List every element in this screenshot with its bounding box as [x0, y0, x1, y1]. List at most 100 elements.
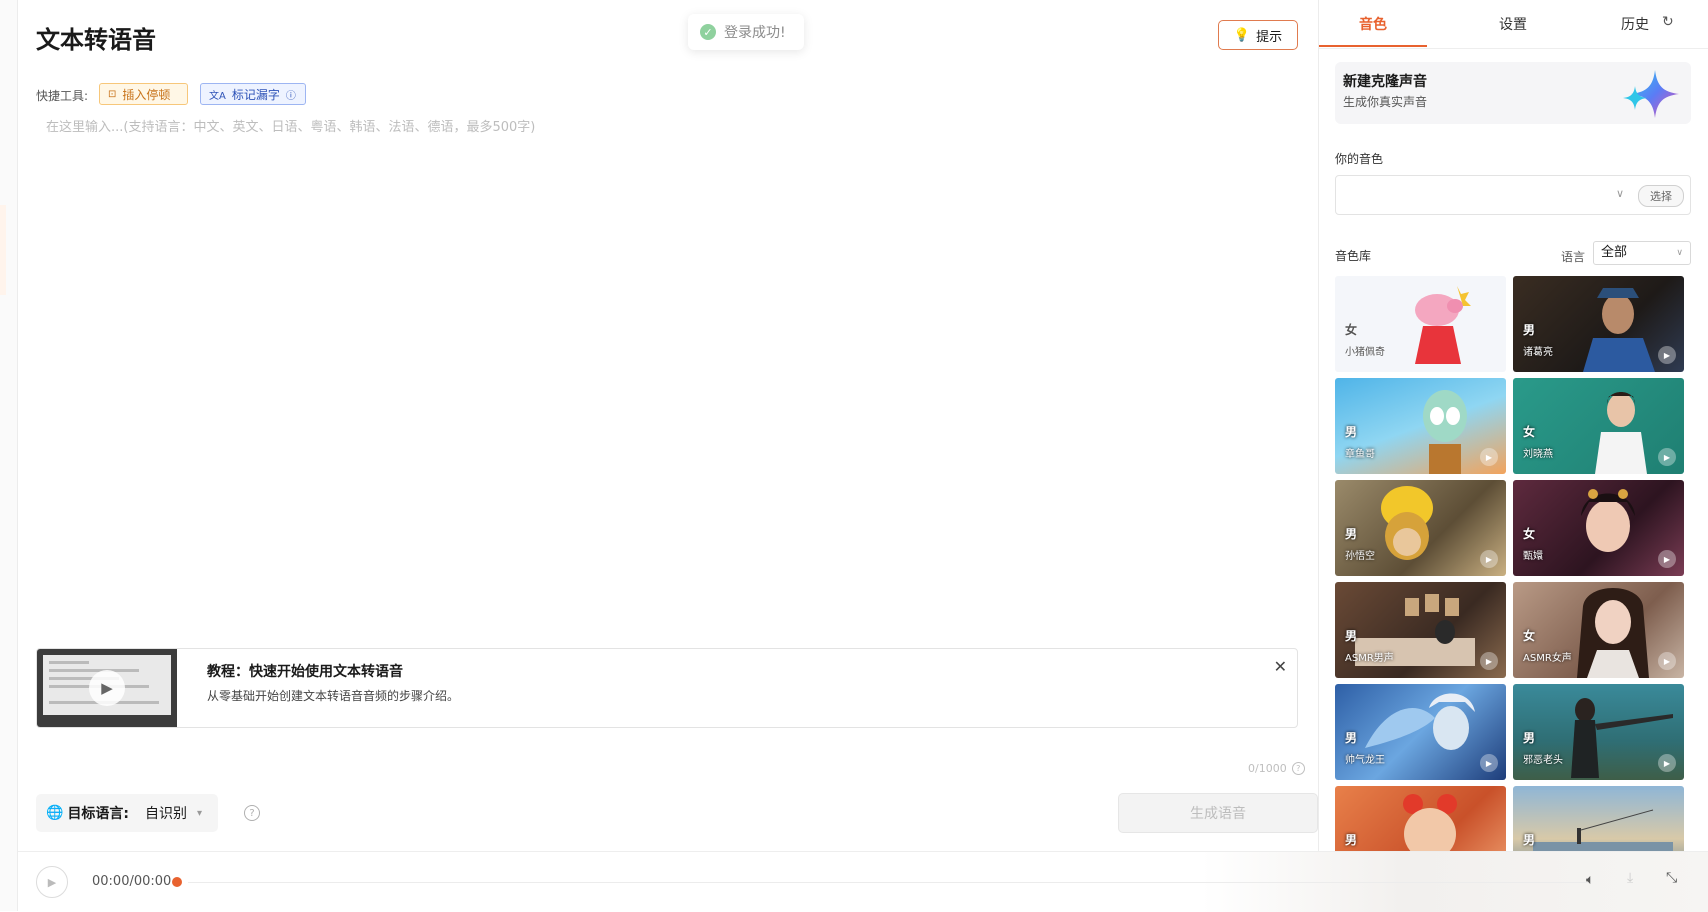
voice-name: 章鱼哥 — [1345, 449, 1375, 460]
sparkle-icon — [1623, 70, 1679, 118]
voice-gender: 男 — [1345, 425, 1358, 439]
tutorial-thumbnail[interactable]: ▶ — [37, 649, 177, 727]
voice-card[interactable]: 男 ASMR男声 ▶ — [1335, 582, 1506, 678]
generate-speech-button[interactable]: 生成语音 — [1118, 793, 1318, 833]
left-edge-strip — [0, 0, 18, 911]
playback-time: 00:00/00:00 — [92, 874, 172, 889]
char-counter: 0/1000 ? — [1248, 762, 1305, 775]
mark-missing-label: 标记漏字 — [231, 87, 280, 102]
voice-name: 小猪佩奇 — [1345, 347, 1385, 358]
voice-name: ASMR男声 — [1345, 653, 1394, 664]
collapse-icon[interactable]: ⤡ — [1666, 870, 1677, 886]
thumb-line — [49, 669, 139, 672]
presenter-illustration — [1595, 392, 1647, 474]
select-button[interactable]: 选择 — [1638, 185, 1684, 207]
clone-title: 新建克隆声音 — [1343, 74, 1427, 90]
tip-button-label: 提示 — [1256, 29, 1283, 45]
portrait-illustration — [1583, 288, 1655, 372]
tab-settings[interactable]: 设置 — [1499, 14, 1527, 34]
play-icon[interactable]: ▶ — [89, 670, 125, 706]
dragon-king-illustration — [1365, 693, 1475, 750]
tab-voice[interactable]: 音色 — [1359, 14, 1387, 34]
target-language-select[interactable]: 🌐 目标语言: 自识别 ▾ — [36, 794, 218, 832]
voice-name: 刘晓燕 — [1523, 449, 1553, 460]
play-icon[interactable]: ▶ — [1658, 652, 1676, 670]
play-icon[interactable]: ▶ — [1658, 754, 1676, 772]
voice-card[interactable]: 男 邪恶老头 ▶ — [1513, 684, 1684, 780]
my-voice-select[interactable]: ∨ 选择 — [1335, 175, 1691, 215]
voice-name: 邪恶老头 — [1523, 755, 1563, 766]
play-icon[interactable]: ▶ — [1658, 448, 1676, 466]
chevron-down-icon: ▾ — [197, 807, 203, 819]
target-language-label: 目标语言: — [67, 806, 130, 822]
clone-subtitle: 生成你真实声音 — [1343, 95, 1428, 109]
thumb-line — [49, 661, 89, 664]
page-title: 文本转语音 — [36, 26, 156, 54]
sidebar-tabs: 音色 设置 历史 ↻ — [1319, 0, 1708, 49]
my-voice-label: 你的音色 — [1335, 152, 1384, 166]
help-circle-icon[interactable]: ⓘ — [286, 87, 296, 102]
tab-history[interactable]: 历史 — [1621, 14, 1649, 34]
play-icon[interactable]: ▶ — [1658, 550, 1676, 568]
progress-handle[interactable] — [172, 877, 182, 887]
voice-name: 甄嬛 — [1523, 551, 1543, 562]
mark-missing-button[interactable]: 文A 标记漏字 ⓘ — [200, 83, 306, 105]
voice-gender: 男 — [1523, 833, 1536, 847]
voice-card[interactable]: 男 章鱼哥 ▶ — [1335, 378, 1506, 474]
chevron-down-icon: ∨ — [1616, 187, 1625, 200]
voice-card[interactable]: 女 甄嬛 ▶ — [1513, 480, 1684, 576]
voice-gender: 女 — [1523, 629, 1536, 643]
insert-pause-label: 插入停顿 — [122, 87, 171, 102]
voice-name: 孙悟空 — [1345, 551, 1375, 562]
new-clone-voice-card[interactable]: 新建克隆声音 生成你真实声音 — [1335, 62, 1691, 124]
progress-track[interactable] — [188, 882, 1588, 883]
tip-button[interactable]: 💡 提示 — [1218, 20, 1298, 50]
close-icon[interactable]: ✕ — [1274, 657, 1287, 676]
volume-icon[interactable]: 🔈︎ — [1586, 872, 1594, 888]
help-circle-icon[interactable]: ? — [244, 805, 260, 821]
tutorial-title: 教程：快速开始使用文本转语音 — [207, 664, 403, 680]
voice-name: ASMR女声 — [1523, 653, 1572, 664]
peppa-illustration — [1415, 286, 1471, 364]
seaside-illustration — [1533, 809, 1673, 851]
active-tab-indicator — [1319, 45, 1427, 47]
text-input[interactable] — [44, 114, 1298, 598]
play-icon[interactable]: ▶ — [1480, 754, 1498, 772]
globe-icon: 🌐 — [46, 805, 64, 821]
play-icon[interactable]: ▶ — [1658, 346, 1676, 364]
library-language-select[interactable]: 全部 ∨ — [1593, 241, 1691, 265]
play-icon[interactable]: ▶ — [1480, 652, 1498, 670]
audio-player-bar: ▶ 00:00/00:00 🔈︎ ⤓ ⤡ — [18, 851, 1708, 912]
voice-card[interactable]: 男 — [1335, 786, 1506, 851]
voice-gender: 男 — [1345, 833, 1358, 847]
library-language-value: 全部 — [1601, 245, 1628, 260]
refresh-icon[interactable]: ↻ — [1662, 14, 1674, 30]
voice-card[interactable]: 男 帅气龙王 ▶ — [1335, 684, 1506, 780]
voice-name: 帅气龙王 — [1345, 755, 1385, 766]
play-button[interactable]: ▶ — [36, 866, 68, 898]
lightbulb-icon: 💡 — [1233, 27, 1251, 43]
tutorial-card[interactable]: ▶ 教程：快速开始使用文本转语音 从零基础开始创建文本转语音音频的步骤介绍。 ✕ — [36, 648, 1298, 728]
insert-pause-button[interactable]: ⊡ 插入停顿 — [99, 83, 188, 105]
voice-card[interactable]: 女 刘晓燕 ▶ — [1513, 378, 1684, 474]
voice-card[interactable]: 女 小猪佩奇 — [1335, 276, 1506, 372]
play-icon[interactable]: ▶ — [1480, 550, 1498, 568]
voice-gender: 男 — [1345, 629, 1358, 643]
char-counter-text: 0/1000 — [1248, 762, 1287, 775]
left-edge-marker — [0, 205, 6, 295]
voice-card[interactable]: 男 孙悟空 ▶ — [1335, 480, 1506, 576]
voice-gender: 男 — [1345, 731, 1358, 745]
voice-gender: 女 — [1523, 527, 1536, 541]
voice-card[interactable]: 男 诸葛亮 ▶ — [1513, 276, 1684, 372]
help-circle-icon[interactable]: ? — [1291, 762, 1305, 775]
download-icon[interactable]: ⤓ — [1627, 870, 1633, 886]
play-icon[interactable]: ▶ — [1480, 448, 1498, 466]
voice-gender: 女 — [1523, 425, 1536, 439]
voice-card[interactable]: 女 ASMR女声 ▶ — [1513, 582, 1684, 678]
voice-card[interactable]: 男 — [1513, 786, 1684, 851]
voice-gender: 女 — [1345, 323, 1358, 337]
voice-gender: 男 — [1523, 323, 1536, 337]
translate-icon: 文A — [209, 90, 226, 102]
voice-sidebar: 音色 设置 历史 ↻ 新建克隆声音 生成你真实声音 你的音色 ∨ 选择 音色库 … — [1319, 0, 1708, 851]
quick-tools-label: 快捷工具: — [36, 89, 89, 103]
